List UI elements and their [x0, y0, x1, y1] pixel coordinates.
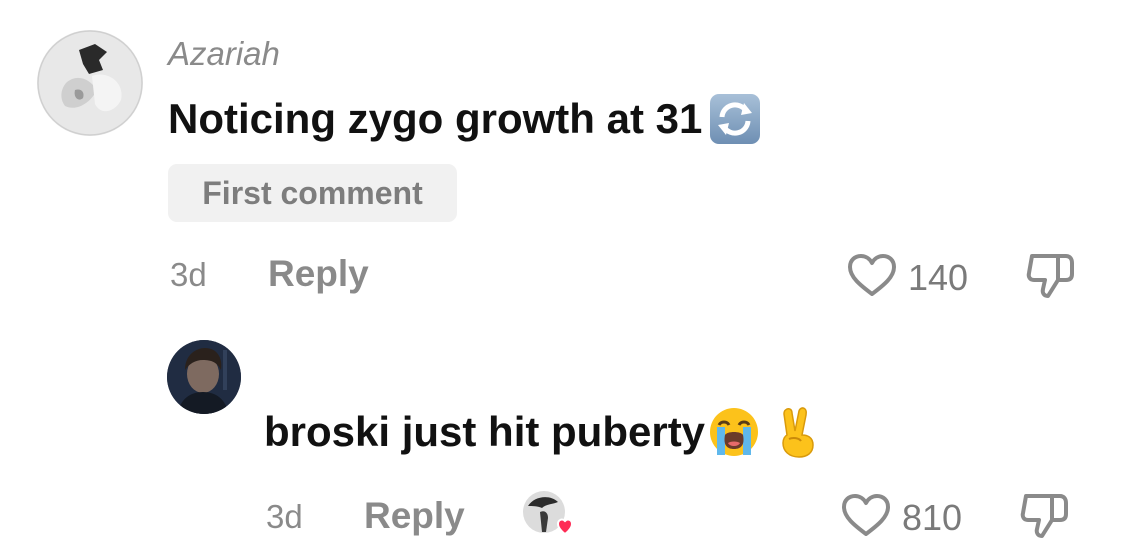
like-count: 810	[902, 496, 963, 538]
like-button[interactable]: 140	[846, 252, 968, 303]
reply-avatar[interactable]	[167, 340, 241, 414]
comments-panel: Azariah Noticing zygo growth at 31 First…	[0, 0, 1125, 557]
thumbs-down-icon	[1024, 254, 1080, 306]
reply-text: broski just hit puberty	[264, 405, 823, 459]
loudly-crying-face-icon	[707, 405, 761, 459]
heart-icon	[840, 492, 892, 543]
victory-hand-icon	[773, 405, 823, 459]
reply-text-label: broski just hit puberty	[264, 408, 706, 455]
comment-text: Noticing zygo growth at 31	[168, 92, 762, 146]
reply-timestamp: 3d	[266, 498, 303, 535]
dislike-button[interactable]	[1024, 250, 1080, 307]
dislike-button[interactable]	[1018, 490, 1074, 547]
heart-icon	[846, 252, 898, 303]
arrows-counterclockwise-icon	[708, 92, 762, 146]
reply-button[interactable]: Reply	[364, 494, 465, 538]
avatar[interactable]	[37, 30, 143, 136]
comment-text-label: Noticing zygo growth at 31	[168, 95, 703, 142]
like-button[interactable]: 810	[840, 492, 962, 543]
comment-timestamp: 3d	[170, 256, 207, 293]
creator-liked-badge	[520, 490, 578, 540]
username[interactable]: Azariah	[168, 34, 280, 74]
thumbs-down-icon	[1018, 494, 1074, 546]
reply-button[interactable]: Reply	[268, 252, 369, 296]
first-comment-badge: First comment	[168, 164, 457, 222]
like-count: 140	[908, 256, 969, 298]
